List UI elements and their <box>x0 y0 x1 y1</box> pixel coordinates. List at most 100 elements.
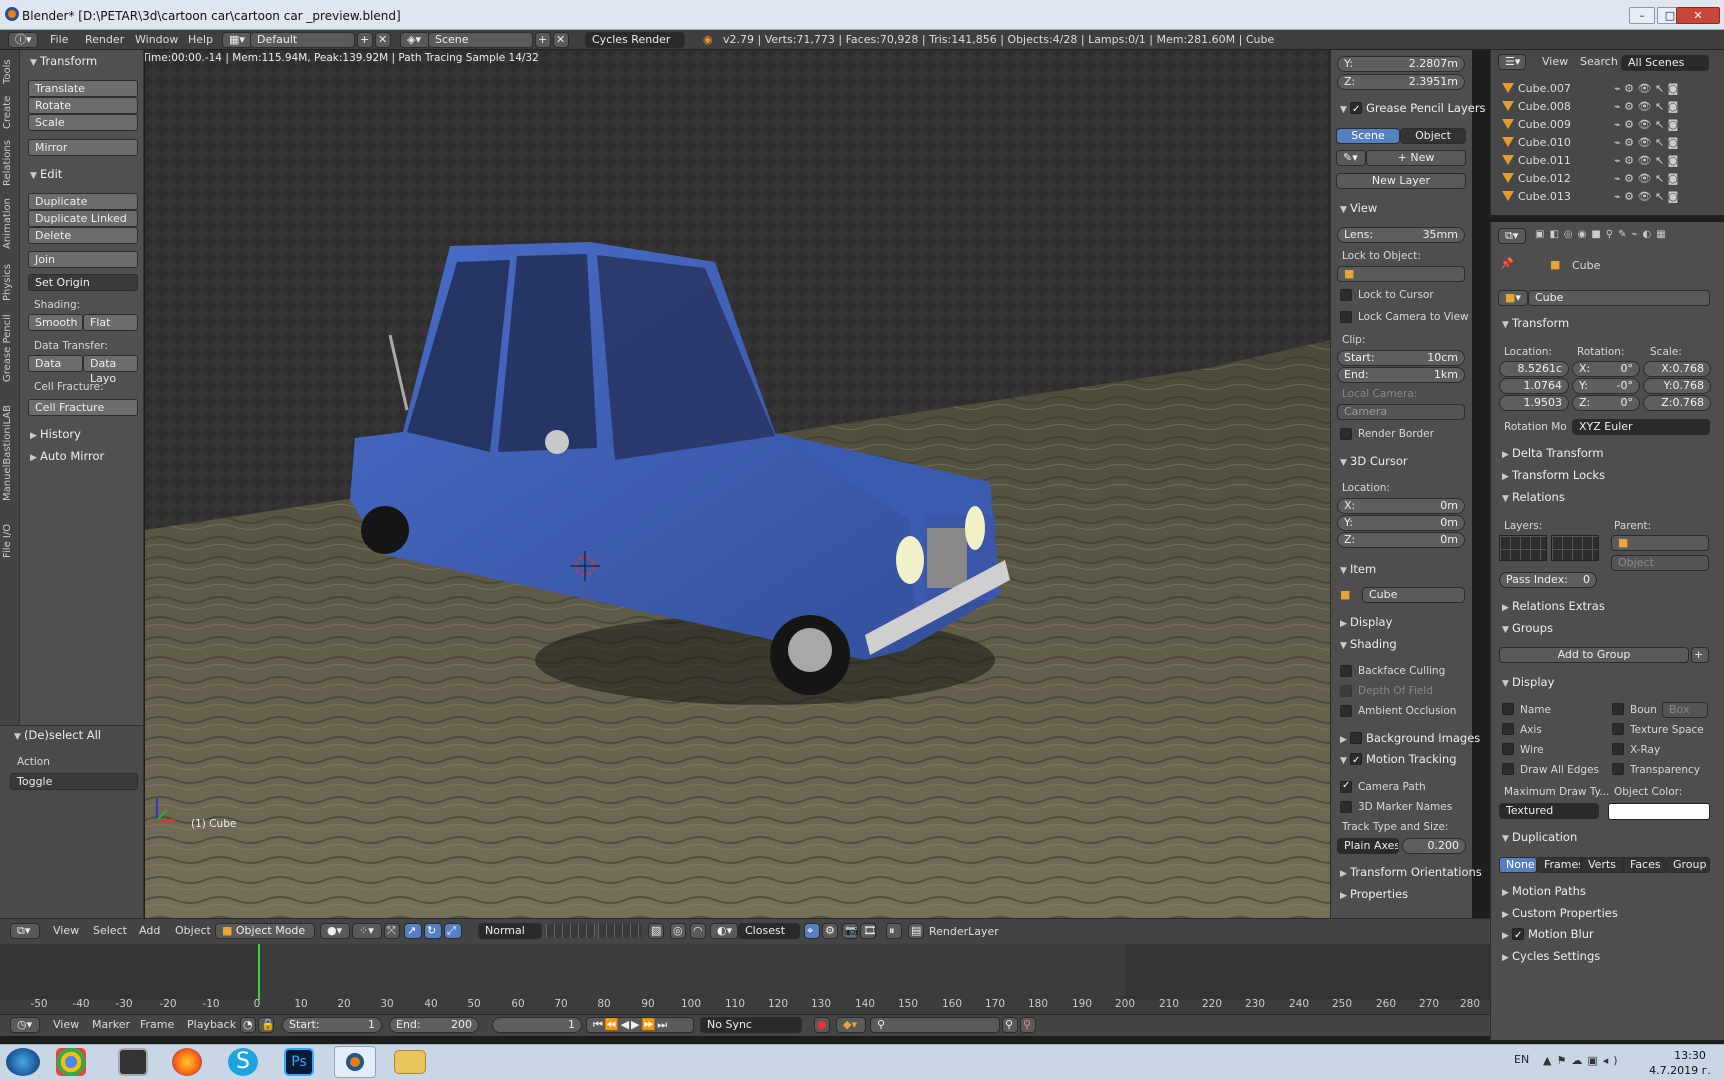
outliner-item[interactable]: Cube.009 ⌁ ⚙ 👁 ↖ ◙ <box>1502 117 1702 133</box>
render-anim-icon[interactable]: 🎞 <box>860 923 876 939</box>
panel-background-images[interactable]: ▶ Background Images <box>1340 729 1480 747</box>
menu-help[interactable]: Help <box>183 32 218 48</box>
file-explorer-icon[interactable] <box>394 1050 426 1074</box>
insert-keyframe-icon[interactable]: ⚲ <box>1002 1017 1018 1033</box>
mode-select[interactable]: ■ Object Mode <box>215 923 315 939</box>
remove-scene-icon[interactable]: ✕ <box>553 32 569 48</box>
end-frame-field[interactable]: End: 200 <box>389 1017 479 1033</box>
scale-manip-icon[interactable]: ⤢ <box>444 923 462 939</box>
set-origin-select[interactable]: Set Origin <box>28 274 138 291</box>
clip-start-field[interactable]: Start: 10cm <box>1337 350 1465 366</box>
panel-motion-tracking[interactable]: ▼Motion Tracking <box>1340 750 1457 770</box>
show-wire-checkbox[interactable] <box>1502 743 1514 755</box>
panel-shading[interactable]: ▼ Shading <box>1340 635 1397 653</box>
lock-range-icon[interactable]: 🔒 <box>258 1017 274 1033</box>
snap-settings-icon[interactable]: ⚙ <box>822 923 838 939</box>
menu-render[interactable]: Render <box>80 32 129 48</box>
outliner-item[interactable]: Cube.011 ⌁ ⚙ 👁 ↖ ◙ <box>1502 153 1702 169</box>
panel-object-transform[interactable]: ▼ Transform <box>1502 314 1569 332</box>
pivot-point-icon[interactable]: ⁘▾ <box>352 923 382 939</box>
lock-layers-icon[interactable]: ▧ <box>648 923 664 939</box>
panel-view[interactable]: ▼ View <box>1340 199 1377 217</box>
sync-mode-select[interactable]: No Sync <box>700 1017 802 1033</box>
dup-verts-button[interactable]: Verts <box>1581 857 1623 873</box>
timeline-current-frame[interactable] <box>258 944 260 1000</box>
panel-auto-mirror-header[interactable]: ▶ Auto Mirror <box>30 447 104 465</box>
panel-edit-header[interactable]: ▼ Edit <box>30 165 62 183</box>
location-x-field[interactable]: 8.5261c <box>1499 361 1569 377</box>
panel-relations-extras[interactable]: ▶ Relations Extras <box>1502 597 1605 615</box>
dup-none-button[interactable]: None <box>1499 857 1537 873</box>
tray-icons[interactable]: ▲⚑☁▣◂) <box>1543 1054 1623 1067</box>
panel-transform-locks[interactable]: ▶ Transform Locks <box>1502 466 1605 484</box>
menu-window[interactable]: Window <box>130 32 183 48</box>
skype-icon[interactable]: S <box>228 1048 258 1076</box>
render-border-checkbox[interactable] <box>1340 428 1352 440</box>
lens-field[interactable]: Lens: 35mm <box>1337 227 1465 243</box>
texture-space-checkbox[interactable] <box>1612 723 1624 735</box>
panel-relations[interactable]: ▼ Relations <box>1502 488 1565 506</box>
playback-controls[interactable]: ⏮⏪◀▶⏩⏭ <box>586 1017 694 1033</box>
editor-type-info[interactable]: ⓘ▾ <box>8 32 38 48</box>
panel-cycles-settings[interactable]: ▶ Cycles Settings <box>1502 947 1600 965</box>
outliner-item[interactable]: Cube.008 ⌁ ⚙ 👁 ↖ ◙ <box>1502 99 1702 115</box>
current-frame-field[interactable]: 1 <box>492 1017 582 1033</box>
layers-grid-a[interactable] <box>1499 535 1547 561</box>
lock-camera-checkbox[interactable] <box>1340 311 1352 323</box>
add-scene-icon[interactable]: + <box>535 32 551 48</box>
pass-index-field[interactable]: Pass Index: 0 <box>1499 572 1597 588</box>
render-still-icon[interactable]: 📷 <box>842 923 858 939</box>
record-icon[interactable]: ● <box>814 1017 830 1033</box>
translate-manip-icon[interactable]: ↗ <box>404 923 422 939</box>
keying-set-field[interactable]: ⚲ <box>870 1017 1000 1033</box>
ambient-occlusion-checkbox[interactable] <box>1340 705 1352 717</box>
proportional-edit-icon[interactable]: ◎ <box>670 923 686 939</box>
data-layout-button[interactable]: Data Layo <box>83 355 138 385</box>
snap-element-icon[interactable]: ◐▾ <box>710 923 738 939</box>
tab-create[interactable]: Create <box>2 92 18 132</box>
track-size-field[interactable]: 0.200 <box>1402 838 1466 854</box>
clock-time[interactable]: 13:30 <box>1660 1049 1720 1062</box>
start-frame-field[interactable]: Start: 1 <box>282 1017 382 1033</box>
close-button[interactable]: ✕ <box>1676 7 1720 24</box>
render-layer-icon[interactable]: ▤ <box>908 923 924 939</box>
translate-button[interactable]: Translate <box>28 80 138 97</box>
parent-type-select[interactable]: Object <box>1611 555 1709 571</box>
dup-group-button[interactable]: Group <box>1666 857 1710 873</box>
snap-toggle-icon[interactable]: ⌖ <box>804 923 820 939</box>
scale-button[interactable]: Scale <box>28 114 138 131</box>
rotation-mode-select[interactable]: XYZ Euler <box>1572 419 1710 435</box>
preview-range-icon[interactable]: ◔ <box>240 1017 256 1033</box>
tab-manuelbastionilab[interactable]: ManuelBastioniLAB <box>2 393 18 513</box>
tab-physics[interactable]: Physics <box>2 260 18 305</box>
menu-file[interactable]: File <box>45 32 73 48</box>
timeline-editor-icon[interactable]: ◷▾ <box>10 1017 40 1033</box>
remove-layout-icon[interactable]: ✕ <box>375 32 391 48</box>
3d-editor-type-icon[interactable]: ⧉▾ <box>10 923 40 939</box>
photoshop-icon[interactable]: Ps <box>284 1048 314 1076</box>
properties-context-tabs[interactable]: ▣◧◎◉■⚲✎⌁◐▦ <box>1535 229 1715 243</box>
timeline-menu-frame[interactable]: Frame <box>135 1017 179 1033</box>
delete-keyframe-icon[interactable]: ⚲ <box>1020 1017 1036 1033</box>
panel-3d-cursor[interactable]: ▼ 3D Cursor <box>1340 452 1408 470</box>
rotation-y-field[interactable]: Y: -0° <box>1572 378 1640 394</box>
xray-checkbox[interactable] <box>1612 743 1624 755</box>
pause-icon[interactable]: ⏸ <box>886 923 902 939</box>
outliner-item[interactable]: Cube.007 ⌁ ⚙ 👁 ↖ ◙ <box>1502 81 1702 97</box>
clock-date[interactable]: 4.7.2019 г. <box>1638 1064 1722 1077</box>
language-indicator[interactable]: EN <box>1514 1053 1529 1066</box>
layer-buttons-b[interactable] <box>598 924 642 938</box>
menu-select[interactable]: Select <box>88 923 132 939</box>
panel-motion-paths[interactable]: ▶ Motion Paths <box>1502 882 1586 900</box>
flat-button[interactable]: Flat <box>83 314 138 331</box>
keying-icon[interactable]: ◆▾ <box>836 1017 866 1033</box>
tab-animation[interactable]: Animation <box>2 193 18 255</box>
duplicate-linked-button[interactable]: Duplicate Linked <box>28 210 138 227</box>
viewport-shading-icon[interactable]: ●▾ <box>320 923 350 939</box>
rotate-manip-icon[interactable]: ↻ <box>424 923 442 939</box>
panel-object-display[interactable]: ▼ Display <box>1502 673 1554 691</box>
outliner-item[interactable]: Cube.012 ⌁ ⚙ 👁 ↖ ◙ <box>1502 171 1702 187</box>
duplicate-button[interactable]: Duplicate <box>28 193 138 210</box>
object-name-field[interactable]: Cube <box>1528 290 1710 306</box>
panel-delta-transform[interactable]: ▶ Delta Transform <box>1502 444 1604 462</box>
